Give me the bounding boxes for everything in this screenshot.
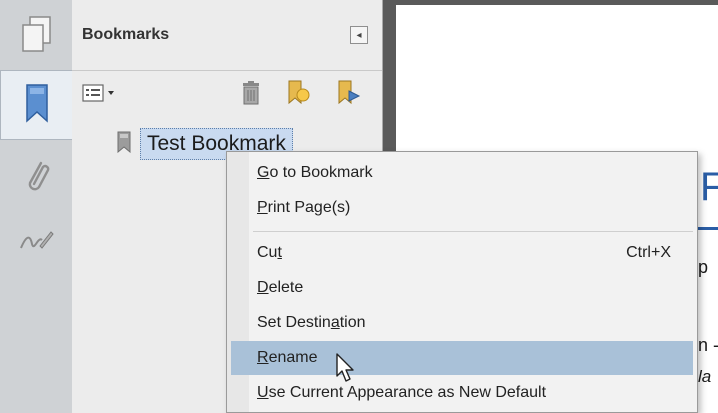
document-heading-fragment: F	[700, 165, 718, 209]
expand-bookmark-button[interactable]	[334, 80, 362, 110]
bookmarks-tab[interactable]	[0, 70, 72, 140]
menu-item-set-destination[interactable]: Set Destination	[231, 306, 693, 340]
menu-item-rename[interactable]: Rename	[231, 341, 693, 375]
menu-item-print-pages[interactable]: Print Page(s)	[231, 191, 693, 225]
bookmark-arrow-icon	[335, 79, 361, 112]
bookmark-icon	[22, 82, 52, 129]
options-menu-button[interactable]	[82, 80, 118, 110]
menu-item-delete[interactable]: Delete	[231, 271, 693, 305]
menu-item-go-to-bookmark[interactable]: Go to Bookmark	[231, 156, 693, 190]
bookmark-item-icon	[116, 131, 132, 158]
new-bookmark-icon	[285, 79, 311, 112]
menu-item-label: Delete	[257, 279, 304, 296]
menu-item-use-current-appearance[interactable]: Use Current Appearance as New Default	[231, 376, 693, 410]
menu-separator	[253, 231, 693, 232]
page-thumbnails-tab[interactable]	[0, 2, 72, 72]
collapse-panel-button[interactable]: ◂	[350, 26, 368, 44]
menu-item-shortcut: Ctrl+X	[626, 244, 671, 261]
document-text-fragment: la	[698, 367, 712, 386]
signatures-tab[interactable]	[0, 208, 72, 278]
collapse-arrow-icon: ◂	[356, 29, 362, 41]
navigation-rail	[0, 0, 73, 413]
new-bookmark-button[interactable]	[284, 80, 312, 110]
menu-item-label: Cut	[257, 244, 282, 261]
options-menu-icon	[82, 83, 118, 108]
signature-icon	[18, 226, 54, 261]
attachments-tab[interactable]	[0, 144, 72, 214]
panel-title: Bookmarks	[82, 26, 170, 43]
mouse-cursor-icon	[335, 352, 357, 389]
delete-bookmark-button[interactable]	[238, 80, 264, 110]
trash-icon	[240, 80, 262, 111]
panel-header: Bookmarks ◂	[72, 0, 382, 71]
context-menu: Go to Bookmark Print Page(s) Cut Ctrl+X …	[226, 151, 698, 413]
menu-item-label: Print Page(s)	[257, 199, 351, 216]
menu-item-label: Use Current Appearance as New Default	[257, 384, 547, 401]
document-text-fragment: p	[698, 257, 709, 277]
document-heading-rule	[696, 227, 718, 230]
menu-item-label: Set Destination	[257, 314, 366, 331]
pages-icon	[19, 15, 53, 60]
bookmarks-toolbar	[72, 72, 382, 118]
menu-item-label: Rename	[257, 349, 318, 366]
document-text-fragment: n -	[698, 335, 718, 355]
menu-item-label: Go to Bookmark	[257, 164, 373, 181]
menu-item-cut[interactable]: Cut Ctrl+X	[231, 236, 693, 270]
paperclip-icon	[21, 157, 51, 202]
